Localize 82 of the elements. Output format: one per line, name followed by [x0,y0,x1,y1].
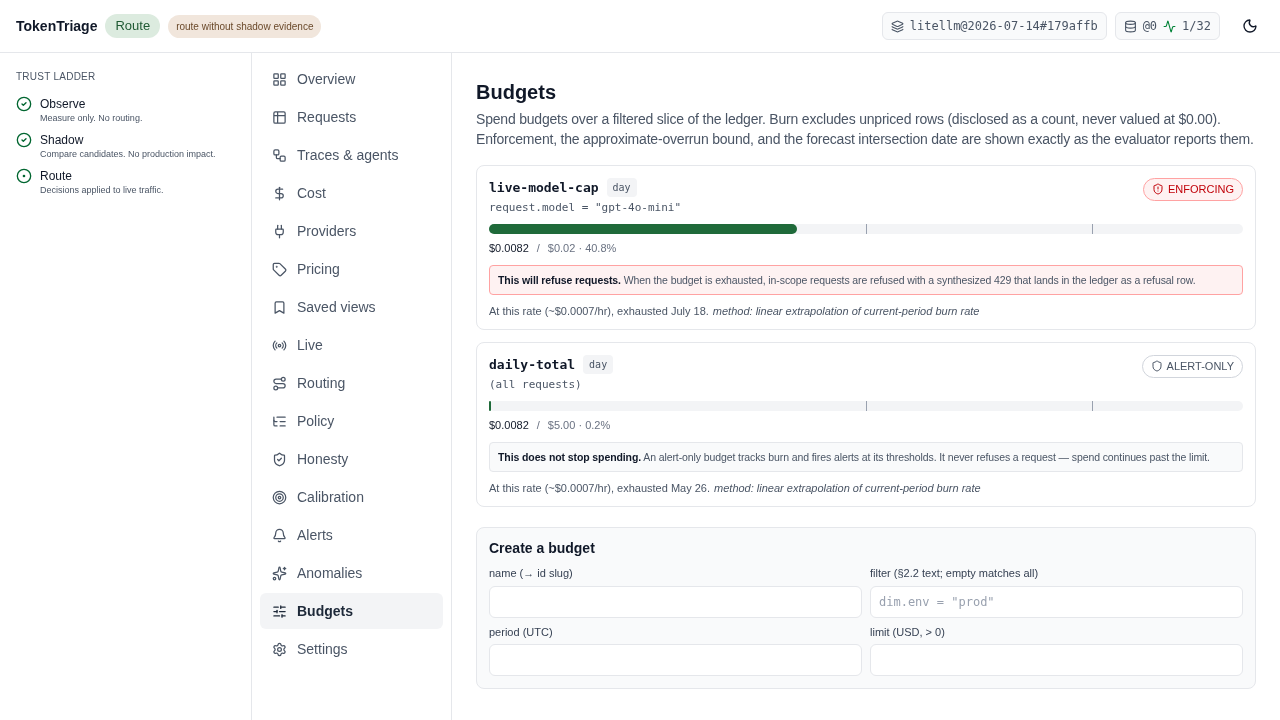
period-tag: day [606,178,637,198]
budget-filter: request.model = "gpt-4o-mini" [489,199,682,216]
period-tag: day [583,355,614,375]
table-icon [272,109,287,125]
activity-icon [1163,19,1177,33]
nav-item[interactable]: Policy [260,403,443,439]
page-description: Spend budgets over a filtered slice of the ledger. Burn excludes unpriced rows (disclosed as a count, never valued at $0.00). Enforcement, the approximate-overrun bound, and the forecast intersection date are shown exactly as the evaluator reports them. [476,110,1255,149]
notice-text: This will refuse requests. When the budget is exhausted, in-scope requests are refused with a synthesized 429 that lands in the ledger as a refusal row. [498,273,1196,286]
settings-icon [272,641,287,657]
field-label: period (UTC) [489,624,554,640]
nav-item[interactable]: Budgets [260,593,443,629]
status-button[interactable]: @0 1/32 [1114,12,1220,40]
nav-item[interactable]: Cost [260,175,443,211]
nav-item[interactable]: Overview [260,61,443,97]
page-title: Budgets [476,80,557,105]
shield-icon [1150,360,1163,373]
step-description: Measure only. No routing. [40,112,143,124]
nav-item[interactable]: Anomalies [260,555,443,591]
brand-name: TokenTriage [16,16,98,36]
snapshot-button[interactable]: litellm@2026-07-14#179affb [881,12,1107,40]
nav-item[interactable]: Live [260,327,443,363]
activity-count: 1/32 [1182,18,1211,35]
nav-item[interactable]: Saved views [260,289,443,325]
grid-icon [272,71,287,87]
notice-text: This does not stop spending. An alert-only budget tracks burn and fires alerts at its thresholds. It never refuses a request — spend continues past the limit. [498,450,1210,463]
plug-icon [272,223,287,239]
separator: / [535,418,541,433]
route-icon [272,375,287,391]
bell-icon [272,527,287,543]
status-badge: ENFORCING [1143,178,1243,201]
warning-badge: route without shadow evidence [168,14,322,38]
form-title: Create a budget [489,539,596,558]
shield-check-icon [272,451,287,467]
moon-icon [1242,18,1258,34]
workflow-icon [272,147,287,163]
spent-amount: $0.0082 [489,418,529,433]
spent-amount: $0.0082 [489,241,529,256]
list-icon [272,413,287,429]
limit-amount: $5.00 · 0.2% [547,418,611,433]
input-field[interactable] [870,644,1243,676]
method-text: method: linear extrapolation of current-period burn rate [714,480,981,496]
sliders-icon [272,603,287,619]
field-label: filter (§2.2 text; empty matches all) [870,566,1040,581]
nav-item[interactable]: Alerts [260,517,443,553]
status-badge: ALERT-ONLY [1141,355,1243,378]
step-name: Route [40,168,74,184]
forecast-text: At this rate (~$0.0007/hr), exhausted July 18. [489,303,709,319]
input-field[interactable] [489,585,862,618]
tag-icon [272,261,287,277]
step-description: Compare candidates. No production impact. [40,148,216,160]
field-label: limit (USD, > 0) [870,624,946,640]
nav-item[interactable]: Settings [260,631,443,667]
input-field[interactable]: dim.env = "prod" [870,585,1243,618]
dollar-icon [272,185,287,201]
nav-item[interactable]: Calibration [260,479,443,515]
separator: / [535,241,541,256]
mode-badge: Route [105,14,161,38]
layers-icon [890,19,904,33]
sparkles-icon [272,565,287,581]
step-name: Observe [40,96,87,112]
limit-amount: $0.02 · 40.8% [547,241,617,256]
section-title: TRUST LADDER [16,70,97,84]
shield-alert-icon [1152,183,1164,196]
nav-item[interactable]: Honesty [260,441,443,477]
forecast-text: At this rate (~$0.0007/hr), exhausted May 26. [489,480,711,496]
step-name: Shadow [40,132,85,148]
budget-name: live-model-cap [489,179,599,197]
db-count: @0 [1142,18,1158,35]
nav-item[interactable]: Routing [260,365,443,401]
nav-item[interactable]: Requests [260,99,443,135]
budget-filter: (all requests) [489,376,583,393]
field-label: name (→ id slug) [489,566,574,581]
budget-name: daily-total [489,356,576,374]
target-icon [272,489,287,505]
step-description: Decisions applied to live traffic. [40,184,164,196]
input-field[interactable] [489,644,862,676]
method-text: method: linear extrapolation of current-period burn rate [712,303,980,319]
nav-item[interactable]: Traces & agents [260,137,443,173]
nav-item[interactable]: Pricing [260,251,443,287]
bookmark-icon [272,299,287,315]
database-icon [1123,19,1137,33]
nav-item[interactable]: Providers [260,213,443,249]
